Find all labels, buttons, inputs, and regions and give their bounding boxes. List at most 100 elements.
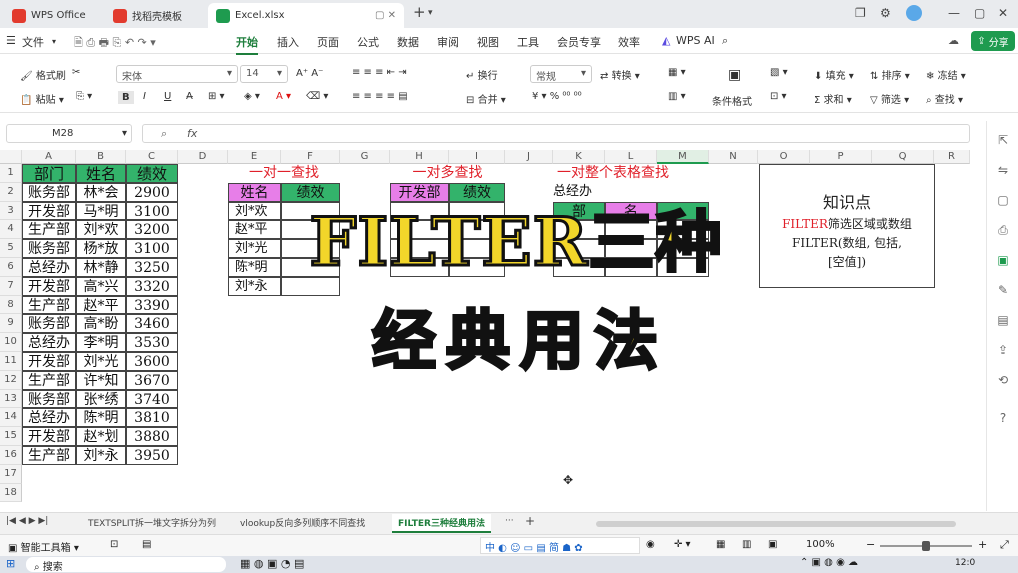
normal-view-icon[interactable]: ▦ [716, 539, 725, 550]
table-row-cell[interactable]: 刘*光 [76, 352, 126, 371]
cond-format-button[interactable]: 条件格式 [712, 93, 752, 108]
column-header[interactable]: K [553, 150, 605, 164]
row-header[interactable]: 16 [0, 446, 22, 465]
table-row-cell[interactable]: 开发部 [22, 352, 76, 371]
table-row-cell[interactable]: 开发部 [22, 427, 76, 446]
lookup-name-cell[interactable]: 刘*永 [228, 276, 281, 296]
table-row-cell[interactable]: 生产部 [22, 446, 76, 465]
table-row-cell[interactable]: 生产部 [22, 220, 76, 240]
avatar[interactable] [906, 5, 922, 21]
row-header[interactable]: 9 [0, 314, 22, 334]
column-header[interactable]: I [449, 150, 505, 164]
merge-button[interactable]: ⊟ 合并 ▾ [466, 91, 506, 106]
lookup-name-cell[interactable]: 刘*欢 [228, 201, 281, 221]
column-header[interactable]: O [758, 150, 810, 164]
column-header[interactable]: D [178, 150, 228, 164]
table-row-cell[interactable]: 高*兴 [76, 276, 126, 296]
row-col-icon[interactable]: ▦ ▾ [668, 67, 686, 78]
table-row-cell[interactable]: 杨*放 [76, 239, 126, 258]
zoom-in-icon[interactable]: + [978, 538, 987, 551]
fx-icon[interactable]: fx [187, 127, 197, 140]
paste-button[interactable]: 📋 粘贴 ▾ [20, 91, 64, 106]
column-header[interactable]: H [390, 150, 449, 164]
menu-formula[interactable]: 公式 [357, 34, 379, 50]
quick-access-icons[interactable]: 🗎 ⎙ 🖶 ⎘ ↶ ↷ ▾ [74, 34, 156, 53]
sum-button[interactable]: Σ 求和 ▾ [814, 91, 852, 106]
section-title-whole-table[interactable]: 一对整个表格查找 [553, 164, 709, 183]
table-row-cell[interactable]: 3460 [126, 314, 178, 334]
italic-button[interactable]: I [143, 91, 146, 102]
many-header-dept[interactable]: 开发部 [390, 182, 449, 202]
tray-icons[interactable]: ⌃ ▣ ◍ ◉ ☁ [800, 557, 858, 568]
table-row-cell[interactable]: 开发部 [22, 201, 76, 221]
taskbar-app-icons[interactable]: ▦ ◍ ▣ ◔ ▤ [240, 557, 304, 570]
zoom-level[interactable]: 100% [806, 539, 835, 550]
number-format-icons[interactable]: ¥ ▾ % ⁰⁰ ⁰⁰ [532, 91, 582, 102]
table-row-cell[interactable]: 2900 [126, 182, 178, 202]
font-grow-icon[interactable]: A⁺ A⁻ [296, 68, 323, 79]
whole-table-label[interactable]: 总经办 [553, 183, 657, 202]
row-header[interactable]: 10 [0, 333, 22, 352]
backup-icon[interactable]: ⟲ [995, 373, 1011, 389]
row-header[interactable]: 6 [0, 258, 22, 277]
book-icon[interactable]: ▤ [995, 313, 1011, 329]
windows-start-icon[interactable]: ⊞ [6, 557, 15, 570]
table-row-cell[interactable]: 总经办 [22, 408, 76, 428]
menu-review[interactable]: 审阅 [437, 34, 459, 50]
table-row-cell[interactable]: 3100 [126, 239, 178, 258]
formula-input[interactable]: ⌕ fx [142, 124, 970, 143]
underline-button[interactable]: U [164, 91, 171, 102]
table-row-cell[interactable]: 3950 [126, 446, 178, 465]
select-all-corner[interactable] [0, 150, 22, 164]
table-row-cell[interactable]: 3530 [126, 333, 178, 352]
table-row-cell[interactable]: 3740 [126, 389, 178, 409]
table-header-cell[interactable]: 姓名 [76, 164, 126, 183]
toolbox-button[interactable]: ▣ 智能工具箱 ▾ [8, 539, 79, 554]
lookup-name-cell[interactable]: 陈*明 [228, 258, 281, 277]
table-row-cell[interactable]: 总经办 [22, 333, 76, 352]
row-header[interactable]: 1 [0, 164, 22, 183]
menu-data[interactable]: 数据 [397, 34, 419, 50]
table-row-cell[interactable]: 3880 [126, 427, 178, 446]
column-header[interactable]: J [505, 150, 553, 164]
window-restore-icon[interactable]: ❐ [855, 6, 866, 20]
row-header[interactable]: 7 [0, 276, 22, 296]
table-row-cell[interactable]: 生产部 [22, 370, 76, 390]
maximize-icon[interactable]: ▢ [974, 6, 985, 20]
table-row-cell[interactable]: 刘*永 [76, 446, 126, 465]
table-row-cell[interactable]: 账务部 [22, 239, 76, 258]
column-header[interactable]: P [810, 150, 872, 164]
new-tab-button[interactable]: + [413, 3, 426, 21]
macro-icon[interactable]: ⊡ [110, 539, 118, 550]
column-header[interactable]: G [340, 150, 390, 164]
halign-icons[interactable]: ≡ ≡ ≡ ≡ ▤ [352, 91, 408, 102]
table-row-cell[interactable]: 账务部 [22, 389, 76, 409]
table-row-cell[interactable]: 开发部 [22, 276, 76, 296]
skin-icon[interactable]: ⚙ [880, 6, 891, 20]
fill-button[interactable]: ⬇ 填充 ▾ [814, 67, 854, 82]
tab-wps-office[interactable]: WPS Office [4, 3, 102, 28]
copy-icon[interactable]: ⎘ ▾ [76, 91, 92, 102]
column-header[interactable]: B [76, 150, 126, 164]
table-row-cell[interactable]: 总经办 [22, 258, 76, 277]
find-button[interactable]: ⌕ 查找 ▾ [926, 91, 963, 106]
table-row-cell[interactable]: 3100 [126, 201, 178, 221]
layout-icon[interactable]: ▤ [142, 539, 151, 550]
taskbar-search[interactable]: ⌕ 搜索 [26, 557, 226, 573]
menu-wps-ai[interactable]: WPS AI [676, 34, 715, 47]
tab-dropdown-icon[interactable]: ▾ [428, 8, 433, 18]
search-icon[interactable]: ⌕ [722, 34, 728, 48]
fullscreen-icon[interactable]: ⤢ [1000, 538, 1009, 552]
tab-excel-file[interactable]: Excel.xlsx ▢ ✕ [208, 3, 404, 28]
column-header[interactable]: F [281, 150, 340, 164]
cell-border-icon[interactable]: ⊡ ▾ [770, 91, 787, 102]
horizontal-scrollbar[interactable] [596, 521, 956, 527]
table-row-cell[interactable]: 3200 [126, 220, 178, 240]
help-icon[interactable]: ? [995, 411, 1011, 427]
font-size-select[interactable]: 14 ▾ [240, 65, 288, 83]
crosshair-icon[interactable]: ✛ ▾ [674, 539, 691, 550]
column-header[interactable]: Q [872, 150, 934, 164]
row-header[interactable]: 14 [0, 408, 22, 428]
worksheet-icon[interactable]: ▥ ▾ [668, 91, 686, 102]
border-icon[interactable]: ⊞ ▾ [208, 91, 225, 102]
